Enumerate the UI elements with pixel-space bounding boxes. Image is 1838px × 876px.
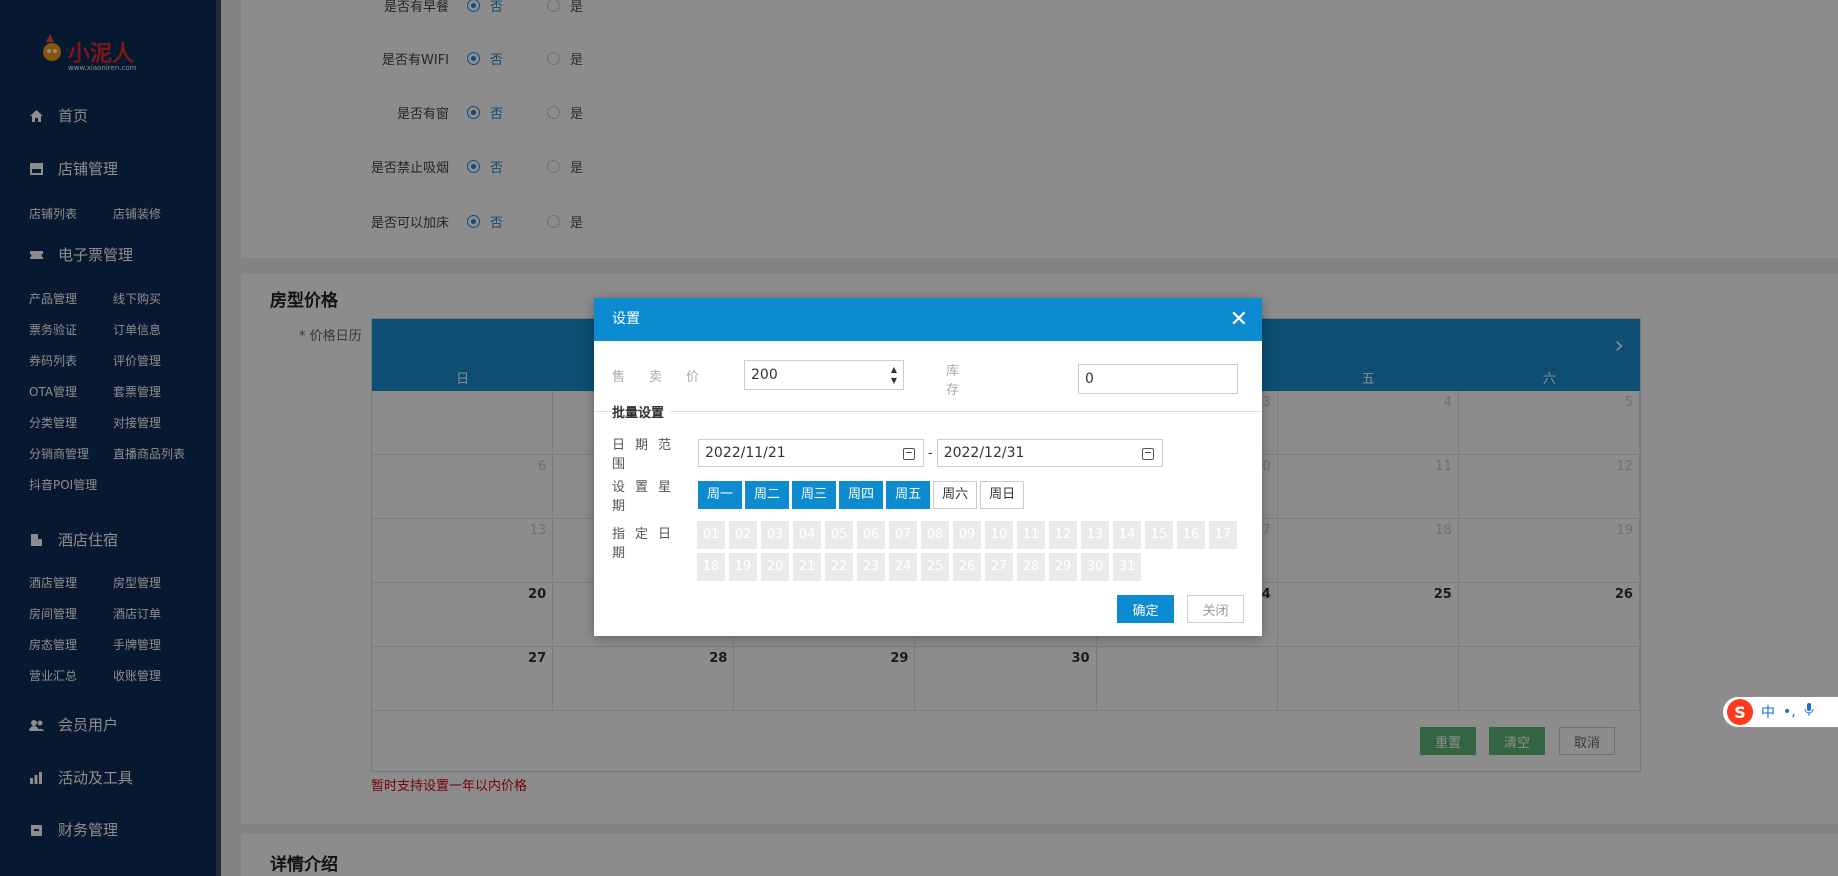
day-toggle[interactable]: 21: [793, 553, 821, 581]
calendar-icon: [1141, 448, 1154, 460]
day-toggle[interactable]: 23: [857, 553, 885, 581]
day-toggle[interactable]: 24: [889, 553, 917, 581]
date-separator: -: [928, 445, 933, 461]
day-toggle[interactable]: 07: [889, 521, 917, 549]
week-row: 设置星期 周一 周二 周三 周四 周五 周六 周日: [612, 476, 1027, 514]
weekday-toggle[interactable]: 周六: [933, 481, 978, 509]
days-label: 指定日期: [612, 527, 682, 561]
day-toggle[interactable]: 02: [729, 521, 757, 549]
day-toggle[interactable]: 29: [1049, 553, 1077, 581]
day-toggle[interactable]: 14: [1113, 521, 1141, 549]
day-toggle[interactable]: 03: [761, 521, 789, 549]
stock-label: 库存: [946, 364, 1044, 398]
day-toggle[interactable]: 11: [1017, 521, 1045, 549]
weekday-toggle[interactable]: 周一: [698, 481, 743, 509]
day-toggle[interactable]: 01: [697, 521, 725, 549]
price-input[interactable]: 200 ▲ ▼: [744, 360, 904, 390]
price-label: 售卖价: [612, 369, 724, 385]
day-toggle[interactable]: 22: [825, 553, 853, 581]
price-row: 售卖价 200 ▲ ▼: [612, 360, 904, 390]
stock-row: 库存 0: [946, 360, 1238, 398]
day-toggle[interactable]: 15: [1145, 521, 1173, 549]
day-toggle[interactable]: 10: [985, 521, 1013, 549]
days-row: 指定日期: [612, 523, 698, 561]
day-toggle[interactable]: 04: [793, 521, 821, 549]
price-value: 200: [751, 367, 778, 383]
day-toggle[interactable]: 08: [921, 521, 949, 549]
day-toggle[interactable]: 06: [857, 521, 885, 549]
day-toggle[interactable]: 19: [729, 553, 757, 581]
dialog-title: 设置: [612, 311, 640, 327]
day-toggle[interactable]: 13: [1081, 521, 1109, 549]
week-label: 设置星期: [612, 480, 682, 514]
sogou-icon[interactable]: S: [1727, 699, 1753, 725]
day-toggle[interactable]: 28: [1017, 553, 1045, 581]
dialog-header: 设置 ✕: [594, 298, 1262, 341]
weekday-buttons: 周一 周二 周三 周四 周五 周六 周日: [698, 481, 1027, 509]
calendar-icon: [903, 448, 915, 460]
date-range-label: 日期范围: [612, 438, 682, 472]
date-range-row: 日期范围 2022/11/21 - 2022/12/31: [612, 434, 1163, 472]
day-toggle[interactable]: 31: [1113, 553, 1141, 581]
divider: [594, 411, 1262, 412]
stock-input[interactable]: 0: [1078, 364, 1238, 394]
microphone-icon[interactable]: [1804, 703, 1814, 721]
ime-toolbar[interactable]: S 中 •,: [1723, 697, 1838, 727]
weekday-toggle[interactable]: 周三: [792, 481, 837, 509]
settings-dialog: 设置 ✕ 售卖价 200 ▲ ▼ 库存 0 批量设置 日期范围 2022/11/2…: [594, 298, 1262, 636]
day-toggle[interactable]: 26: [953, 553, 981, 581]
day-picker: 01 02 03 04 05 06 07 08 09 10 11 12 13 14 15 16 17 18 19 20…: [697, 521, 1237, 581]
day-toggle[interactable]: 17: [1209, 521, 1237, 549]
day-toggle[interactable]: 09: [953, 521, 981, 549]
stock-value: 0: [1085, 371, 1094, 387]
date-to-value: 2022/12/31: [943, 445, 1025, 461]
ime-punct[interactable]: •,: [1783, 704, 1796, 720]
batch-title: 批量设置: [612, 402, 671, 421]
weekday-toggle[interactable]: 周四: [839, 481, 884, 509]
day-toggle[interactable]: 20: [761, 553, 789, 581]
stepper-icon[interactable]: ▲ ▼: [891, 364, 897, 386]
day-toggle[interactable]: 12: [1049, 521, 1077, 549]
weekday-toggle[interactable]: 周二: [745, 481, 790, 509]
confirm-button[interactable]: 确定: [1117, 595, 1174, 623]
close-button[interactable]: 关闭: [1187, 595, 1244, 623]
date-from-input[interactable]: 2022/11/21: [698, 439, 924, 467]
day-toggle[interactable]: 30: [1081, 553, 1109, 581]
day-toggle[interactable]: 18: [697, 553, 725, 581]
ime-lang[interactable]: 中: [1761, 702, 1775, 722]
date-to-input[interactable]: 2022/12/31: [936, 439, 1163, 467]
date-from-value: 2022/11/21: [705, 445, 786, 461]
day-toggle[interactable]: 16: [1177, 521, 1205, 549]
day-toggle[interactable]: 27: [985, 553, 1013, 581]
weekday-toggle[interactable]: 周日: [980, 481, 1025, 509]
day-toggle[interactable]: 05: [825, 521, 853, 549]
close-icon[interactable]: ✕: [1230, 298, 1248, 341]
weekday-toggle[interactable]: 周五: [886, 481, 931, 509]
day-toggle[interactable]: 25: [921, 553, 949, 581]
